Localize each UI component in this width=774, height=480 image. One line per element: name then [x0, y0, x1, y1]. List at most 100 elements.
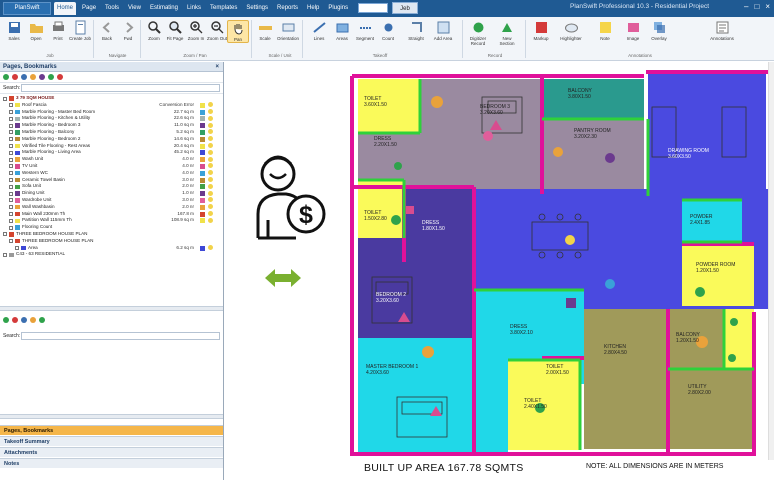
- color-swatch[interactable]: [200, 150, 205, 156]
- orientation-button[interactable]: Orientation: [277, 20, 299, 41]
- visibility-bulb-icon[interactable]: [208, 156, 213, 162]
- open-button[interactable]: Open: [25, 20, 47, 41]
- new-section-button[interactable]: New Section: [496, 20, 518, 46]
- properties-icon[interactable]: [21, 317, 27, 323]
- tree-checkbox[interactable]: [15, 246, 19, 251]
- tree-checkbox[interactable]: [9, 198, 13, 203]
- folder-icon[interactable]: [30, 317, 36, 323]
- visibility-bulb-icon[interactable]: [208, 183, 213, 189]
- tree-checkbox[interactable]: [9, 239, 13, 244]
- visibility-bulb-icon[interactable]: [208, 217, 213, 223]
- tree-checkbox[interactable]: [9, 164, 13, 169]
- tree-item[interactable]: Marble Flooring - Master Bed Room 22.7 sq…: [0, 109, 223, 116]
- color-swatch[interactable]: [200, 245, 205, 251]
- color-swatch[interactable]: [200, 204, 205, 210]
- fit-page-button[interactable]: Fit Page: [164, 20, 186, 41]
- visibility-bulb-icon[interactable]: [208, 211, 213, 217]
- panel-splitter[interactable]: [0, 306, 223, 311]
- visibility-bulb-icon[interactable]: [208, 170, 213, 176]
- tree-item[interactable]: THREE BEDROOM HOUSE PLAN: [0, 231, 223, 238]
- menu-tab-settings[interactable]: Settings: [243, 2, 271, 15]
- color-swatch[interactable]: [200, 184, 205, 190]
- refresh-icon[interactable]: [48, 74, 54, 80]
- visibility-bulb-icon[interactable]: [208, 129, 213, 135]
- color-swatch[interactable]: [200, 157, 205, 163]
- tree-item[interactable]: Marble Flooring - Bedroom 2 14.6 sq m: [0, 136, 223, 143]
- tree-item[interactable]: TV Unit 4.0 nr: [0, 163, 223, 170]
- visibility-bulb-icon[interactable]: [208, 197, 213, 203]
- zoom-in-button[interactable]: Zoom In: [185, 20, 207, 41]
- zoom-button[interactable]: Zoom: [143, 20, 165, 41]
- scale-button[interactable]: Scale: [254, 20, 276, 41]
- menu-tab-page[interactable]: Page: [79, 2, 99, 15]
- visibility-bulb-icon[interactable]: [208, 190, 213, 196]
- tree-checkbox[interactable]: [9, 184, 13, 189]
- properties-icon[interactable]: [21, 74, 27, 80]
- template-icon[interactable]: [39, 74, 45, 80]
- visibility-bulb-icon[interactable]: [208, 136, 213, 142]
- tree-item[interactable]: Ceramic Towel Basin 3.0 nr: [0, 177, 223, 184]
- tree-item[interactable]: Partition Wall 115mm Th 108.9 sq m: [0, 217, 223, 224]
- tree-checkbox[interactable]: [9, 130, 13, 135]
- close-icon[interactable]: ×: [765, 2, 770, 11]
- menu-tab-links[interactable]: Links: [184, 2, 204, 15]
- color-swatch[interactable]: [200, 123, 205, 129]
- segment-button[interactable]: Segment: [354, 20, 376, 41]
- vertical-scrollbar[interactable]: [768, 62, 774, 460]
- tree-checkbox[interactable]: [9, 157, 13, 162]
- color-swatch[interactable]: [200, 211, 205, 217]
- annotations-button[interactable]: Annotations: [705, 20, 739, 41]
- tree-item[interactable]: Marble Flooring - Balcony 5.2 sq m: [0, 129, 223, 136]
- tree-checkbox[interactable]: [9, 123, 13, 128]
- count-button[interactable]: Count: [377, 20, 399, 41]
- tree-checkbox[interactable]: [9, 178, 13, 183]
- job-go-button[interactable]: Jeb: [392, 2, 418, 14]
- overlay-button[interactable]: Overlay: [648, 20, 670, 41]
- color-swatch[interactable]: [200, 143, 205, 149]
- visibility-bulb-icon[interactable]: [208, 245, 213, 251]
- floor-plan-canvas[interactable]: TOILET 3.60X1.50 BEDROOM 3 3.20X3.60 DRE…: [342, 62, 774, 480]
- accordion-attachments[interactable]: Attachments: [0, 447, 223, 457]
- zoom-out-button[interactable]: Zoom Out: [206, 20, 228, 41]
- back-button[interactable]: Back: [96, 20, 118, 41]
- panel-splitter[interactable]: [0, 414, 223, 419]
- digitizer-button[interactable]: Digitizer Record: [467, 20, 489, 46]
- color-swatch[interactable]: [200, 163, 205, 169]
- color-swatch[interactable]: [200, 170, 205, 176]
- sales-button[interactable]: Sales: [3, 20, 25, 41]
- tree-item[interactable]: Wardrobe Unit 3.0 nr: [0, 197, 223, 204]
- job-search-input[interactable]: [358, 3, 388, 13]
- color-swatch[interactable]: [200, 218, 205, 224]
- tree-checkbox[interactable]: [3, 96, 7, 101]
- stop-icon[interactable]: [57, 74, 63, 80]
- tree-item[interactable]: 3 79 SQM HOUSE: [0, 95, 223, 102]
- visibility-bulb-icon[interactable]: [208, 163, 213, 169]
- accordion-notes[interactable]: Notes: [0, 458, 223, 468]
- tree-checkbox[interactable]: [9, 137, 13, 142]
- image-button[interactable]: Image: [622, 20, 644, 41]
- tree-item[interactable]: Western WC 4.0 nr: [0, 170, 223, 177]
- delete-icon[interactable]: [12, 317, 18, 323]
- color-swatch[interactable]: [200, 197, 205, 203]
- visibility-bulb-icon[interactable]: [208, 115, 213, 121]
- tree-item[interactable]: Area 6.2 sq m: [0, 245, 223, 252]
- lines-button[interactable]: Lines: [308, 20, 330, 41]
- accordion-takeoff-summary[interactable]: Takeoff Summary: [0, 436, 223, 446]
- areas-button[interactable]: Areas: [331, 20, 353, 41]
- menu-tab-tools[interactable]: Tools: [102, 2, 122, 15]
- folder-icon[interactable]: [30, 74, 36, 80]
- straight-button[interactable]: Straight: [405, 20, 427, 41]
- tree-item[interactable]: Flooring Count: [0, 224, 223, 231]
- tree-item[interactable]: Main Wall 230mm Th 167.8 m: [0, 211, 223, 218]
- note-button[interactable]: Note: [594, 20, 616, 41]
- tree-checkbox[interactable]: [3, 252, 7, 257]
- add-icon[interactable]: [3, 74, 9, 80]
- pan-button[interactable]: Pan: [227, 20, 249, 43]
- tree-item[interactable]: Wall Washbasin 2.0 nr: [0, 204, 223, 211]
- refresh-icon[interactable]: [39, 317, 45, 323]
- visibility-bulb-icon[interactable]: [208, 122, 213, 128]
- tree-checkbox[interactable]: [9, 205, 13, 210]
- close-icon[interactable]: ×: [215, 62, 219, 72]
- highlighter-button[interactable]: Highlighter: [560, 20, 582, 41]
- accordion-pages-bookmarks[interactable]: Pages, Bookmarks: [0, 425, 223, 435]
